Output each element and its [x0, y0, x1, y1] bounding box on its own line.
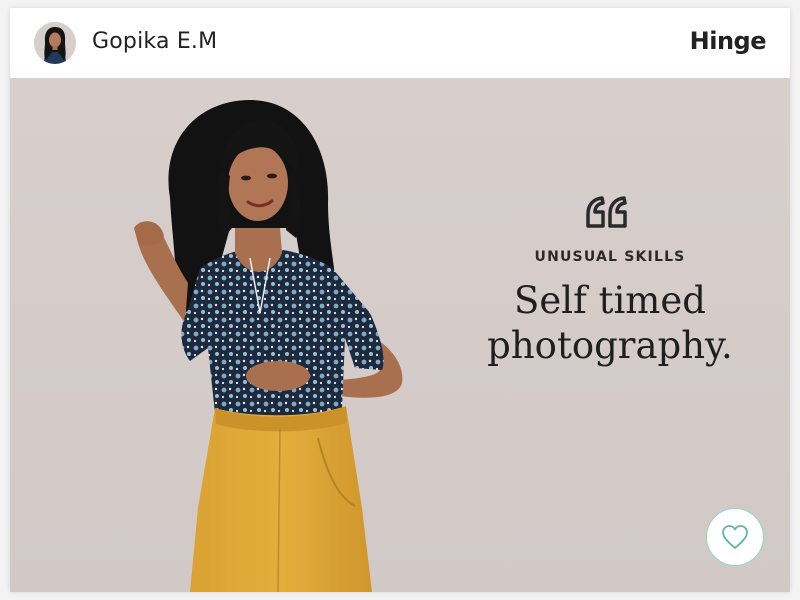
- hinge-logo: Hinge: [689, 27, 767, 55]
- profile-header: Gopika E.M Hinge: [10, 8, 790, 78]
- profile-photo: UNUSUAL SKILLS Self timed photography.: [10, 78, 790, 592]
- prompt-answer: Self timed photography.: [487, 279, 733, 367]
- prompt-label: UNUSUAL SKILLS: [534, 249, 686, 265]
- profile-photo: [34, 22, 76, 64]
- profile-name: Gopika E.M: [92, 29, 218, 54]
- like-button[interactable]: [706, 508, 764, 566]
- profile-avatar[interactable]: [34, 22, 76, 64]
- quote-icon: [586, 196, 627, 228]
- heart-icon: [722, 525, 748, 549]
- profile-card: Gopika E.M Hinge UNUSUAL SKILLS Self tim…: [10, 8, 790, 592]
